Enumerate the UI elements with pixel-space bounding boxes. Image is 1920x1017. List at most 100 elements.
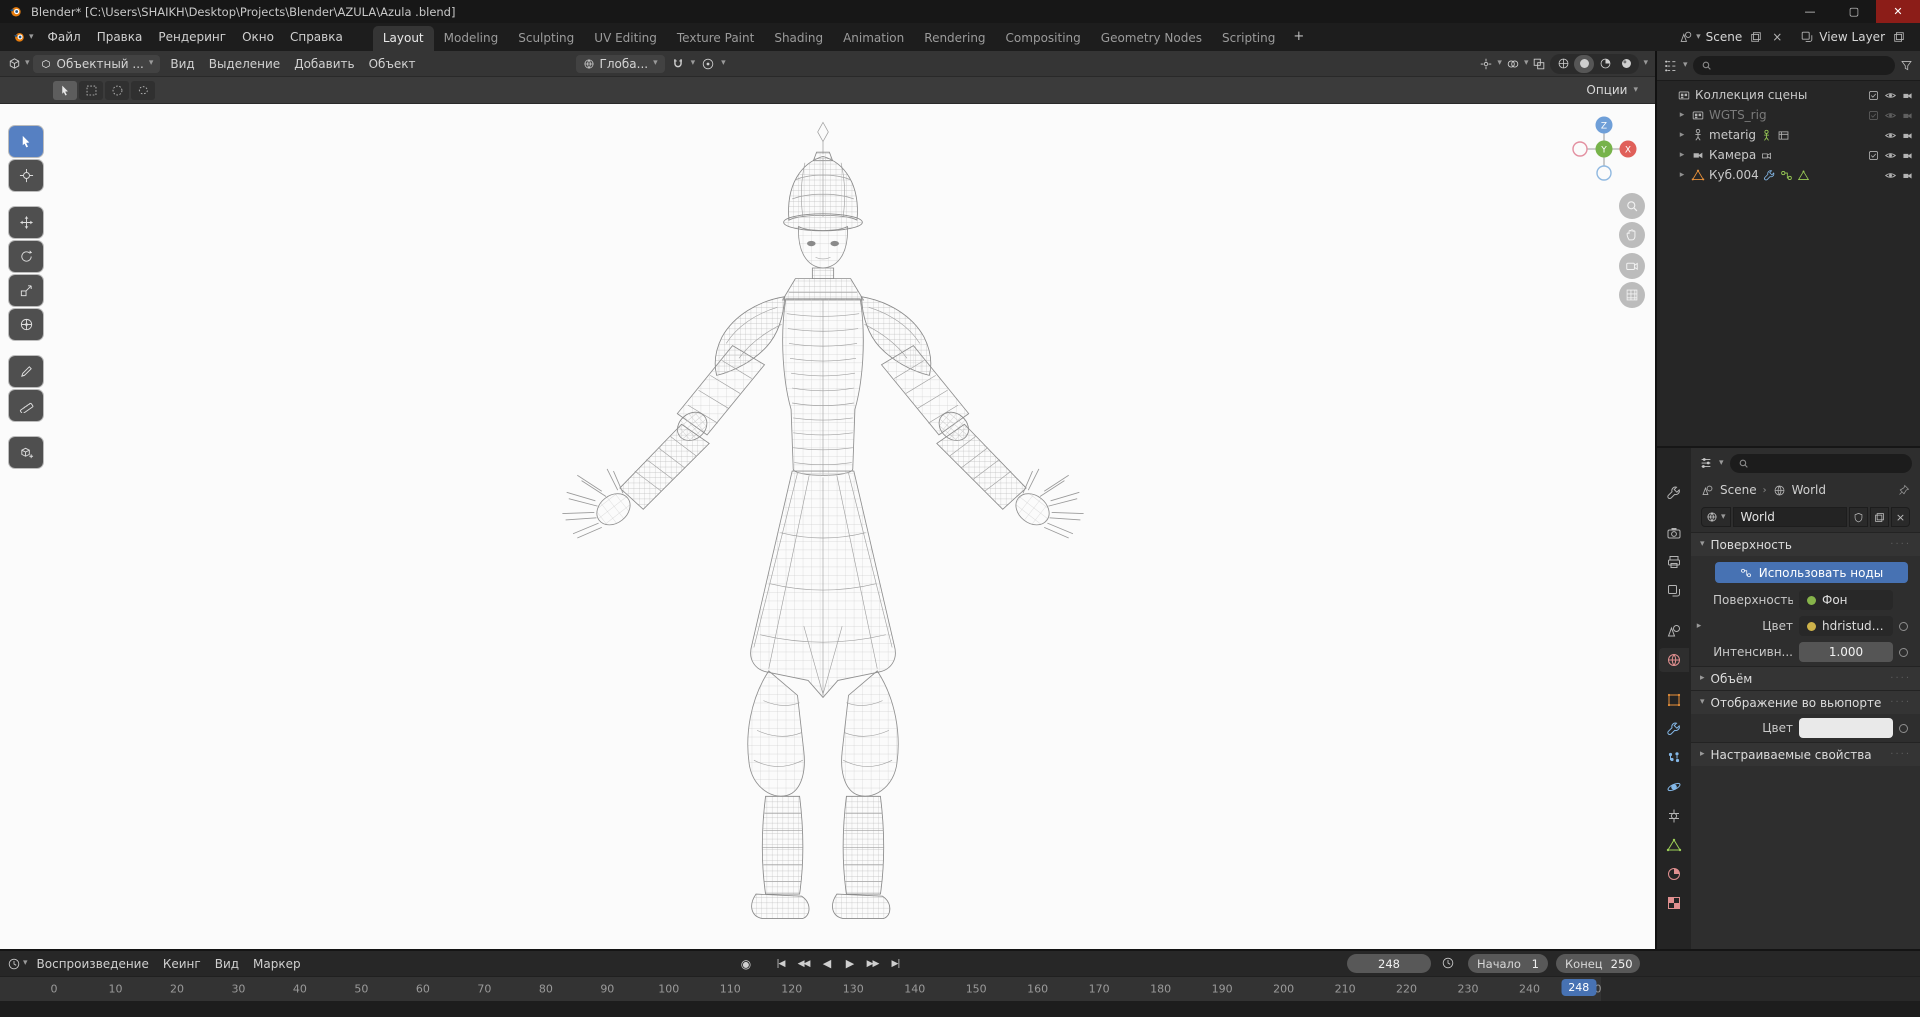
workspace-tab-scripting[interactable]: Scripting xyxy=(1212,26,1285,51)
unlink-scene-button[interactable]: × xyxy=(1768,28,1786,46)
use-preview-range-icon[interactable] xyxy=(1441,956,1455,970)
properties-tab-output[interactable] xyxy=(1659,550,1689,574)
editor-type-icon[interactable] xyxy=(7,56,22,71)
workspace-tab-texture-paint[interactable]: Texture Paint xyxy=(667,26,764,51)
expand-icon[interactable]: ▸ xyxy=(1677,110,1687,120)
animate-property-button[interactable] xyxy=(1899,621,1908,631)
close-button[interactable]: ✕ xyxy=(1876,0,1920,23)
fake-user-button[interactable] xyxy=(1849,507,1868,527)
select-mode-tweak[interactable] xyxy=(53,80,77,100)
viewport-zoom-button[interactable] xyxy=(1619,193,1645,219)
hide-toggle-eye-icon[interactable] xyxy=(1884,149,1897,162)
unlink-datablock-button[interactable]: × xyxy=(1891,507,1910,527)
viewport-display-panel-header[interactable]: ▾ Отображение во вьюпорте ···· xyxy=(1691,691,1920,714)
hide-toggle-eye-icon[interactable] xyxy=(1884,169,1897,182)
properties-tab-constraints[interactable] xyxy=(1659,804,1689,828)
scene-name[interactable]: Scene xyxy=(1704,30,1745,44)
drag-handle[interactable]: ···· xyxy=(1890,697,1911,708)
animate-property-button[interactable] xyxy=(1899,723,1908,733)
snap-magnet-icon[interactable] xyxy=(668,57,688,71)
expand-icon[interactable]: ▸ xyxy=(1677,150,1687,160)
color-texture-dropdown[interactable]: hdristudio2_3d... xyxy=(1799,616,1893,636)
tool-transform[interactable] xyxy=(9,309,43,340)
selectable-toggle-icon[interactable] xyxy=(1867,149,1880,162)
workspace-tab-uv-editing[interactable]: UV Editing xyxy=(584,26,667,51)
frame-start-field[interactable]: Начало 1 xyxy=(1468,954,1548,973)
workspace-tab-geometry-nodes[interactable]: Geometry Nodes xyxy=(1091,26,1212,51)
viewport-camera-button[interactable] xyxy=(1619,253,1645,279)
copy-datablock-button[interactable] xyxy=(1870,507,1889,527)
viewport-pan-button[interactable] xyxy=(1619,222,1645,248)
breadcrumb-scene[interactable]: Scene xyxy=(1720,483,1757,497)
viewport-menu-1[interactable]: Выделение xyxy=(202,54,287,74)
menubar-item-4[interactable]: Справка xyxy=(282,27,351,47)
play-button[interactable]: ▶ xyxy=(840,954,859,973)
outliner-editor-type-icon[interactable] xyxy=(1664,59,1678,73)
shading-mode-rendered[interactable] xyxy=(1616,55,1636,73)
menubar-item-2[interactable]: Рендеринг xyxy=(150,27,234,47)
custom-properties-panel-header[interactable]: ▸ Настраиваемые свойства ···· xyxy=(1691,743,1920,766)
model-wireframe[interactable] xyxy=(522,116,1124,949)
properties-search-input[interactable] xyxy=(1729,453,1912,473)
timeline-ruler[interactable]: 248 0 10 20 30 40 50 60 70 80 90 100 110 120 130 140 15… xyxy=(0,976,1920,1001)
select-mode-box[interactable] xyxy=(79,80,103,100)
timeline-playhead[interactable]: 248 xyxy=(1561,979,1597,996)
drag-handle[interactable]: ···· xyxy=(1890,539,1911,550)
jump-to-end-button[interactable]: ▶| xyxy=(886,954,905,973)
view-layer-name[interactable]: View Layer xyxy=(1817,30,1887,44)
workspace-tab-sculpting[interactable]: Sculpting xyxy=(508,26,584,51)
outliner-row[interactable]: ▸ Камера xyxy=(1657,145,1920,165)
drag-handle[interactable]: ···· xyxy=(1890,673,1911,684)
render-toggle-camera-icon[interactable] xyxy=(1901,129,1914,142)
shading-mode-material[interactable] xyxy=(1595,55,1615,73)
prev-keyframe-button[interactable]: ◀◀ xyxy=(794,954,813,973)
menubar-item-3[interactable]: Окно xyxy=(234,27,282,47)
maximize-button[interactable]: ▢ xyxy=(1832,0,1876,23)
workspace-tab-animation[interactable]: Animation xyxy=(833,26,914,51)
show-overlays-icon[interactable] xyxy=(1506,57,1520,71)
properties-tab-tool[interactable] xyxy=(1659,481,1689,505)
properties-tab-material[interactable] xyxy=(1659,862,1689,886)
new-view-layer-button[interactable] xyxy=(1890,28,1908,46)
mode-dropdown[interactable]: Объектный ... ▾ xyxy=(32,54,161,73)
viewport-color-swatch[interactable] xyxy=(1799,718,1893,738)
play-reverse-button[interactable]: ◀ xyxy=(817,954,836,973)
animate-property-button[interactable] xyxy=(1899,647,1908,657)
toggle-xray-icon[interactable] xyxy=(1532,57,1546,71)
pin-icon[interactable] xyxy=(1898,484,1910,496)
properties-tab-physics[interactable] xyxy=(1659,775,1689,799)
tool-select[interactable] xyxy=(9,126,43,157)
properties-tab-scene[interactable] xyxy=(1659,619,1689,643)
viewport-menu-0[interactable]: Вид xyxy=(163,54,201,74)
strength-slider[interactable]: 1.000 xyxy=(1799,642,1893,662)
minimize-button[interactable]: — xyxy=(1788,0,1832,23)
properties-tab-object[interactable] xyxy=(1659,688,1689,712)
workspace-tab-rendering[interactable]: Rendering xyxy=(914,26,995,51)
timeline-editor-type-icon[interactable] xyxy=(7,957,21,971)
workspace-tab-compositing[interactable]: Compositing xyxy=(996,26,1091,51)
add-workspace-button[interactable]: + xyxy=(1285,27,1312,48)
hide-toggle-eye-icon[interactable] xyxy=(1884,129,1897,142)
menubar-item-0[interactable]: Файл xyxy=(40,27,89,47)
tool-move[interactable] xyxy=(9,207,43,238)
volume-panel-header[interactable]: ▸ Объём ···· xyxy=(1691,667,1920,690)
auto-keying-button[interactable]: ◉ xyxy=(736,954,755,973)
properties-tab-particles[interactable] xyxy=(1659,746,1689,770)
render-toggle-camera-icon[interactable] xyxy=(1901,89,1914,102)
timeline-menu-2[interactable]: Вид xyxy=(208,954,246,974)
tool-cursor[interactable] xyxy=(9,160,43,191)
proportional-edit-icon[interactable] xyxy=(698,57,718,71)
transform-orientation-dropdown[interactable]: Глоба... ▾ xyxy=(575,54,665,73)
shading-mode-wireframe[interactable] xyxy=(1553,55,1573,73)
timeline-menu-0[interactable]: Воспроизведение xyxy=(30,954,156,974)
hide-toggle-eye-icon[interactable] xyxy=(1884,109,1897,122)
viewport-options-dropdown[interactable]: Опции ▾ xyxy=(1578,81,1646,99)
drag-handle[interactable]: ···· xyxy=(1890,749,1911,760)
tool-add-cube[interactable] xyxy=(9,437,43,468)
blender-app-menu[interactable]: ▾ xyxy=(6,30,40,44)
properties-tab-world[interactable] xyxy=(1659,648,1689,672)
properties-tab-object-data[interactable] xyxy=(1659,833,1689,857)
snap-options-dropdown[interactable]: ▾ xyxy=(691,59,696,68)
filter-icon[interactable] xyxy=(1900,59,1913,72)
surface-shader-dropdown[interactable]: Фон xyxy=(1799,590,1893,610)
